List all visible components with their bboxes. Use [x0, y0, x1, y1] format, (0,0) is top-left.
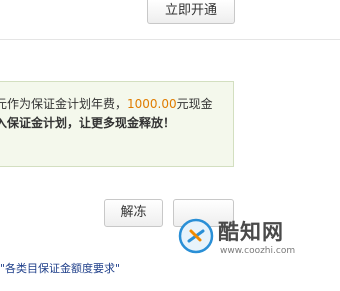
divider: [0, 39, 340, 40]
notice-line-1-suffix: 元现金: [176, 97, 213, 111]
watermark-url: www.coozhi.com: [220, 246, 296, 256]
page: 立即开通 元作为保证金计划年费，1000.00元现金 入保证金计划，让更多现金释…: [0, 0, 340, 291]
coozhi-logo-icon: [178, 218, 214, 254]
notice-amount: 1000.00: [127, 97, 177, 111]
notice-line-1-prefix: 元作为保证金计划年费，: [0, 97, 128, 111]
notice-line-1: 元作为保证金计划年费，1000.00元现金: [0, 96, 213, 112]
notice-box: 元作为保证金计划年费，1000.00元现金 入保证金计划，让更多现金释放！: [0, 81, 234, 167]
requirements-link[interactable]: "各类目保证金额度要求": [0, 262, 120, 276]
unfreeze-button[interactable]: 解冻: [104, 199, 163, 227]
notice-line-2: 入保证金计划，让更多现金释放！: [0, 116, 176, 130]
site-watermark: 酷知网 www.coozhi.com: [178, 214, 338, 264]
open-now-button[interactable]: 立即开通: [147, 0, 235, 24]
watermark-site-name: 酷知网: [218, 220, 284, 244]
